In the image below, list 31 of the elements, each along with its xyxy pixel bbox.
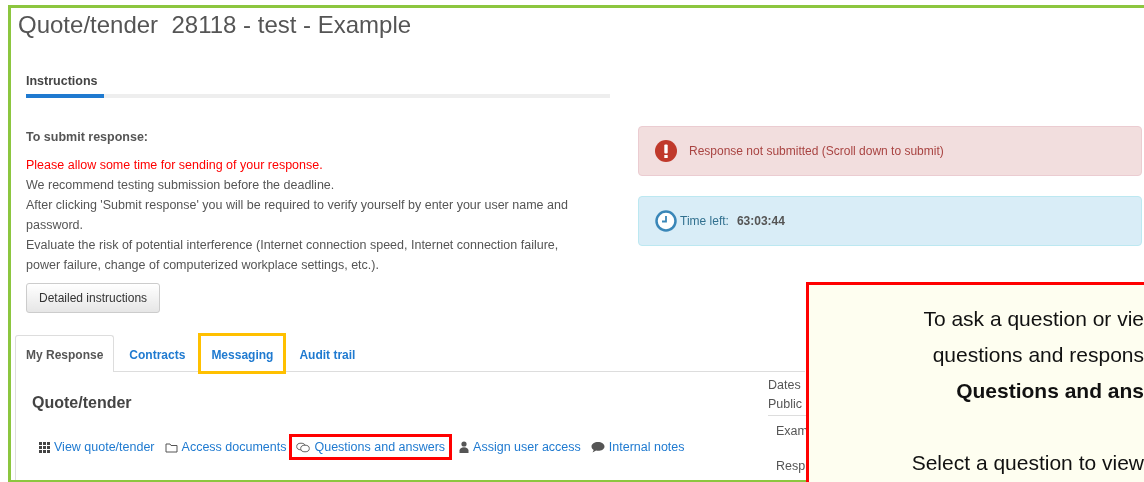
action-link[interactable]: Questions and answers — [289, 434, 453, 460]
alert-text: Response not submitted (Scroll down to submit) — [689, 144, 944, 158]
tab[interactable]: Messaging — [200, 335, 285, 372]
user-icon — [459, 441, 470, 453]
instruction-text: We recommend testing submission before the deadline. — [26, 177, 336, 194]
warning-text: Please allow some time for sending of your response. — [26, 157, 324, 174]
folder-icon — [164, 441, 178, 453]
detail-label: Public — [768, 396, 804, 413]
tab[interactable]: My Response — [15, 335, 115, 372]
grid-icon — [39, 441, 50, 453]
chat-icon — [296, 441, 311, 453]
callout-text: Questions and ans — [955, 378, 1144, 404]
exclamation-icon — [655, 140, 677, 162]
instructions-heading: To submit response: — [26, 130, 149, 144]
speech-bubble-icon — [590, 441, 605, 453]
tab[interactable]: Audit trail — [288, 335, 367, 372]
section-tab[interactable]: Instructions — [26, 74, 104, 98]
callout-text: questions and respons — [931, 342, 1144, 368]
callout-text: To ask a question or vie — [922, 306, 1144, 332]
tab[interactable]: Contracts — [118, 335, 197, 372]
instruction-text: After clicking 'Submit response' you will be required to verify yourself by enter your user name and password. — [26, 197, 569, 234]
clock-icon — [655, 210, 677, 232]
detail-label: Dates — [768, 377, 802, 394]
detail-value: Resp — [775, 458, 807, 475]
callout-text: Select a question to view — [910, 450, 1144, 476]
instruction-text: Evaluate the risk of potential interference (Internet connection speed, Internet connection failure, power failure, change of computerized workplace settings, etc.). — [26, 237, 560, 274]
time-left-value: 63:03:44 — [736, 214, 785, 228]
detailed-instructions-button[interactable]: Detailed instructions — [26, 283, 161, 313]
panel-heading: Quote/tender — [32, 394, 133, 412]
page-title: Quote/tender 28118 - test - Example — [18, 12, 412, 38]
time-left-label: Time left: — [680, 214, 729, 228]
